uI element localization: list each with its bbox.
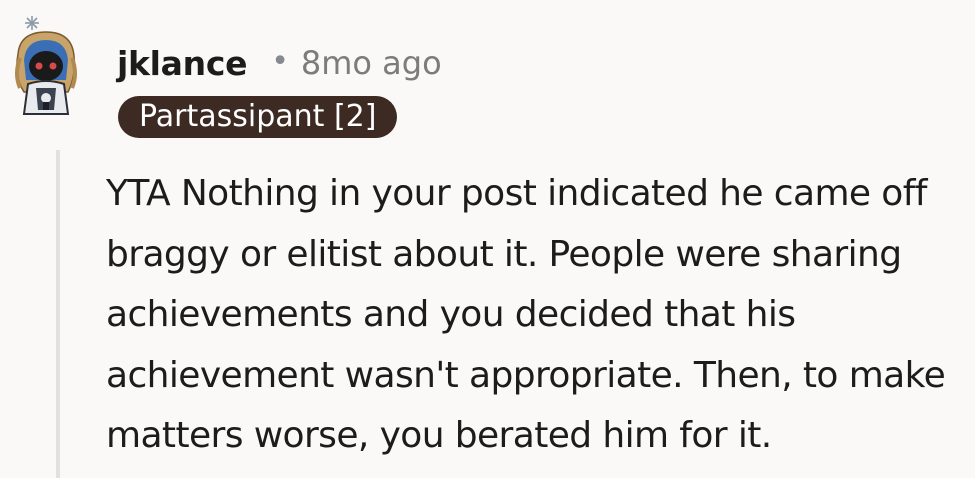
thread-collapse-line[interactable] <box>56 150 60 478</box>
snoo-avatar-icon <box>15 16 77 115</box>
comment-body-text: YTA Nothing in your post indicated he ca… <box>106 173 946 456</box>
user-avatar[interactable] <box>10 14 82 118</box>
user-flair-badge: Partassipant [2] <box>118 96 398 138</box>
comment-header: jklance • 8mo ago <box>117 38 442 88</box>
comment-timestamp[interactable]: 8mo ago <box>301 44 442 82</box>
meta-separator: • <box>271 43 289 79</box>
username-link[interactable]: jklance <box>117 44 247 83</box>
